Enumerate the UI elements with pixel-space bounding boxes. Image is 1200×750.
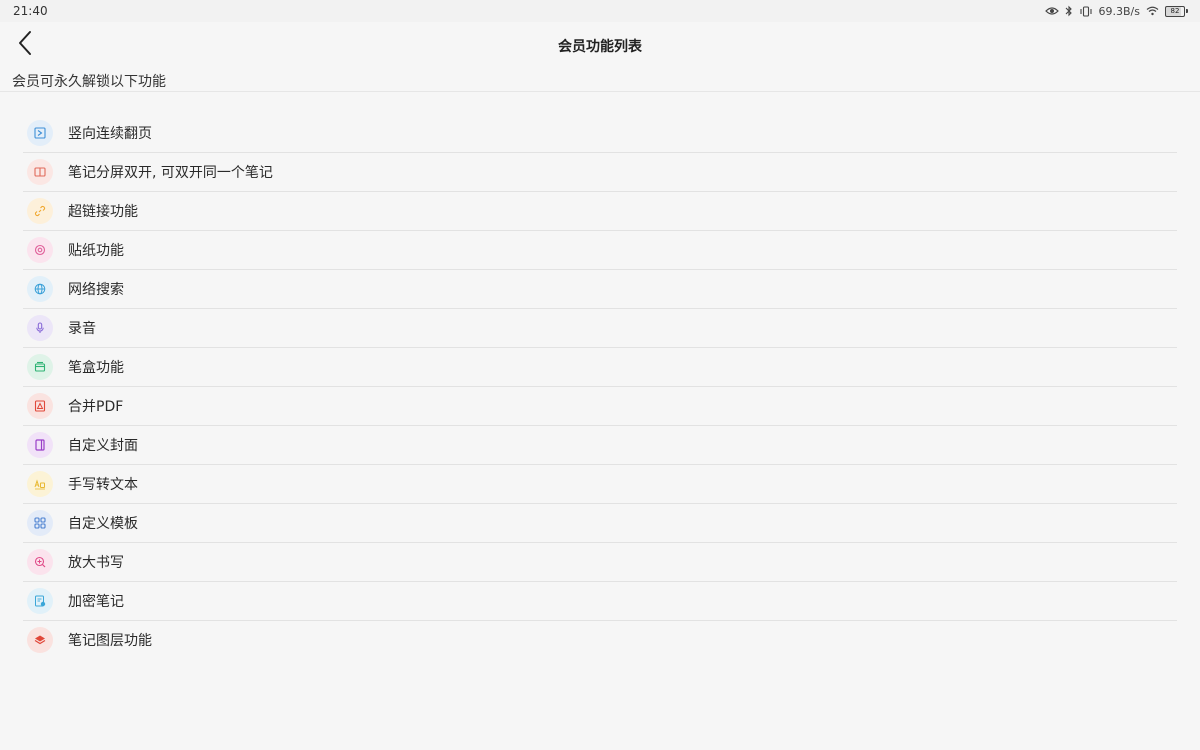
encrypted-note-icon [27,588,53,614]
globe-icon [27,276,53,302]
layers-icon [27,627,53,653]
feature-item: 自定义模板 [23,504,1177,543]
link-icon [27,198,53,224]
status-bar: 21:40 69.3B/s 82 [0,0,1200,22]
status-icons: 69.3B/s 82 [1044,4,1188,18]
feature-item: 加密笔记 [23,582,1177,621]
feature-item: 笔盒功能 [23,348,1177,387]
feature-item: 放大书写 [23,543,1177,582]
sticker-icon [27,237,53,263]
feature-item: 手写转文本 [23,465,1177,504]
feature-label: 自定义封面 [68,438,138,454]
feature-label: 加密笔记 [68,594,124,610]
feature-list: 竖向连续翻页笔记分屏双开, 可双开同一个笔记 超链接功能贴纸功能网络搜索录音笔盒功… [23,114,1177,659]
vibrate-icon [1079,5,1093,17]
feature-label: 放大书写 [68,555,124,571]
feature-label: 合并PDF [68,399,124,415]
zoom-in-icon [27,549,53,575]
feature-item: 超链接功能 [23,192,1177,231]
split-screen-icon [27,159,53,185]
feature-item: 笔记图层功能 [23,621,1177,659]
template-grid-icon [27,510,53,536]
feature-item: 贴纸功能 [23,231,1177,270]
pdf-icon [27,393,53,419]
cover-icon [27,432,53,458]
battery-level: 82 [1165,5,1185,17]
feature-label: 网络搜索 [68,282,124,298]
feature-label: 竖向连续翻页 [68,126,152,142]
feature-item: 自定义封面 [23,426,1177,465]
feature-item: 录音 [23,309,1177,348]
wifi-icon [1146,6,1159,16]
network-speed: 69.3B/s [1098,4,1140,18]
feature-item: 合并PDF [23,387,1177,426]
vertical-scroll-icon [27,120,53,146]
microphone-icon [27,315,53,341]
bluetooth-icon [1065,5,1073,17]
feature-label: 录音 [68,321,96,337]
status-time: 21:40 [13,4,48,18]
feature-label: 笔记图层功能 [68,633,152,649]
feature-label: 笔盒功能 [68,360,124,376]
feature-label: 笔记分屏双开, 可双开同一个笔记 [68,165,273,181]
feature-item: 笔记分屏双开, 可双开同一个笔记 [23,153,1177,192]
page-title: 会员功能列表 [558,39,642,55]
feature-item: 网络搜索 [23,270,1177,309]
feature-label: 自定义模板 [68,516,138,532]
eye-icon [1044,6,1059,16]
feature-label: 贴纸功能 [68,243,124,259]
header-divider [0,91,1200,92]
feature-label: 手写转文本 [68,477,138,493]
app-header: 会员功能列表 [0,22,1200,66]
pen-box-icon [27,354,53,380]
page-subtitle: 会员可永久解锁以下功能 [12,74,166,90]
battery-icon: 82 [1165,5,1188,17]
handwriting-text-icon [27,471,53,497]
feature-item: 竖向连续翻页 [23,114,1177,153]
feature-label: 超链接功能 [68,204,138,220]
